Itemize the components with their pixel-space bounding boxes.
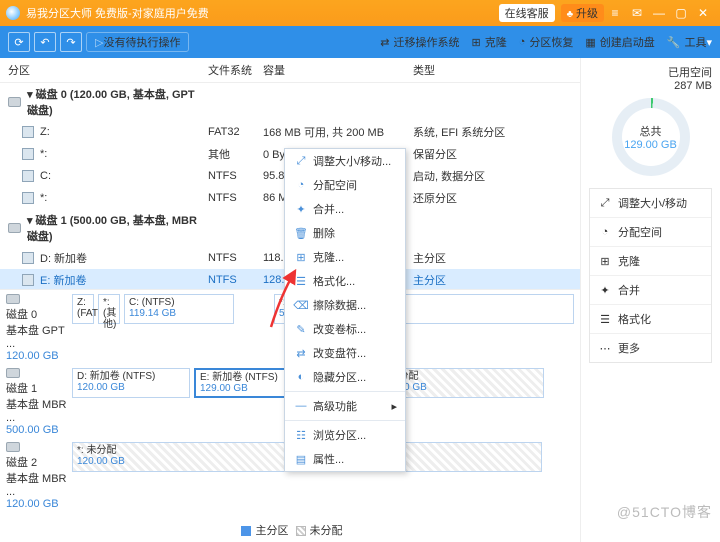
refresh-button[interactable]: ⟳ — [8, 32, 30, 52]
recover-button[interactable]: ◔分区恢复 — [519, 34, 574, 50]
partition-row[interactable]: Z:FAT32168 MB 可用, 共 200 MB系统, EFI 系统分区 — [0, 121, 580, 143]
migrate-os-button[interactable]: ⇄迁移操作系统 — [380, 34, 459, 50]
context-menu-item[interactable]: ⤢调整大小/移动... — [285, 149, 405, 173]
clone-button[interactable]: ⊞克隆 — [471, 34, 506, 50]
watermark: @51CTO博客 — [617, 502, 712, 522]
context-menu-item[interactable]: ◐隐藏分区... — [285, 365, 405, 389]
bootdisk-button[interactable]: ▦创建启动盘 — [585, 34, 654, 50]
minimize-icon[interactable]: — — [648, 6, 670, 20]
maximize-icon[interactable]: ▢ — [670, 6, 692, 20]
context-menu-item[interactable]: ▤属性... — [285, 447, 405, 471]
action-button[interactable]: ⤢调整大小/移动 — [590, 189, 711, 218]
context-menu-item[interactable]: ⊞克隆... — [285, 245, 405, 269]
actions-panel: ⤢调整大小/移动◔分配空间⊞克隆✦合并☰格式化⋯更多 — [589, 188, 712, 363]
context-menu-item[interactable]: ◔分配空间 — [285, 173, 405, 197]
context-menu-item[interactable]: ☰格式化... — [285, 269, 405, 293]
toolbar: ⟳ ↶ ↷ ▷ 没有待执行操作 ⇄迁移操作系统 ⊞克隆 ◔分区恢复 ▦创建启动盘… — [0, 26, 720, 58]
context-menu-item[interactable]: ✎改变卷标... — [285, 317, 405, 341]
disk-map-bar[interactable]: Z: (FAT32) — [72, 294, 94, 324]
context-menu-item[interactable]: ⇄改变盘符... — [285, 341, 405, 365]
context-menu-item[interactable]: —高级功能▸ — [285, 394, 405, 418]
app-logo-icon — [6, 6, 20, 20]
disk-map-bar[interactable]: *: (其他) — [98, 294, 120, 324]
online-service-button[interactable]: 在线客服 — [499, 4, 555, 22]
table-header: 分区 文件系统 容量 类型 — [0, 58, 580, 83]
context-menu-item[interactable]: ✦合并... — [285, 197, 405, 221]
redo-button[interactable]: ↷ — [60, 32, 82, 52]
pending-ops: ▷ 没有待执行操作 — [86, 32, 189, 52]
usage-donut: 总共129.00 GB — [612, 98, 690, 176]
upgrade-button[interactable]: ♣ 升级 — [561, 4, 604, 22]
undo-button[interactable]: ↶ — [34, 32, 56, 52]
context-menu: ⤢调整大小/移动...◔分配空间✦合并...🗑删除⊞克隆...☰格式化...⌫擦… — [284, 148, 406, 472]
action-button[interactable]: ☰格式化 — [590, 305, 711, 334]
legend: 主分区 未分配 — [0, 518, 580, 542]
context-menu-item[interactable]: ⌫擦除数据... — [285, 293, 405, 317]
tools-button[interactable]: 🔧工具 ▾ — [667, 34, 712, 50]
action-button[interactable]: ⊞克隆 — [590, 247, 711, 276]
context-menu-item[interactable]: 🗑删除 — [285, 221, 405, 245]
titlebar: 易我分区大师 免费版-对家庭用户免费 在线客服 ♣ 升级 ≡ ✉ — ▢ ✕ — [0, 0, 720, 26]
disk-map-bar[interactable]: C: (NTFS)119.14 GB — [124, 294, 234, 324]
action-button[interactable]: ✦合并 — [590, 276, 711, 305]
action-button[interactable]: ◔分配空间 — [590, 218, 711, 247]
disk-map-bar[interactable]: D: 新加卷 (NTFS)120.00 GB — [72, 368, 190, 398]
feedback-icon[interactable]: ✉ — [626, 6, 648, 20]
close-icon[interactable]: ✕ — [692, 6, 714, 20]
action-button[interactable]: ⋯更多 — [590, 334, 711, 362]
menu-icon[interactable]: ≡ — [604, 6, 626, 20]
used-space-label: 已用空间287 MB — [589, 64, 712, 92]
window-title: 易我分区大师 免费版-对家庭用户免费 — [26, 5, 493, 21]
disk-row[interactable]: ▾ 磁盘 0 (120.00 GB, 基本盘, GPT 磁盘) — [0, 83, 580, 121]
context-menu-item[interactable]: ☷浏览分区... — [285, 423, 405, 447]
